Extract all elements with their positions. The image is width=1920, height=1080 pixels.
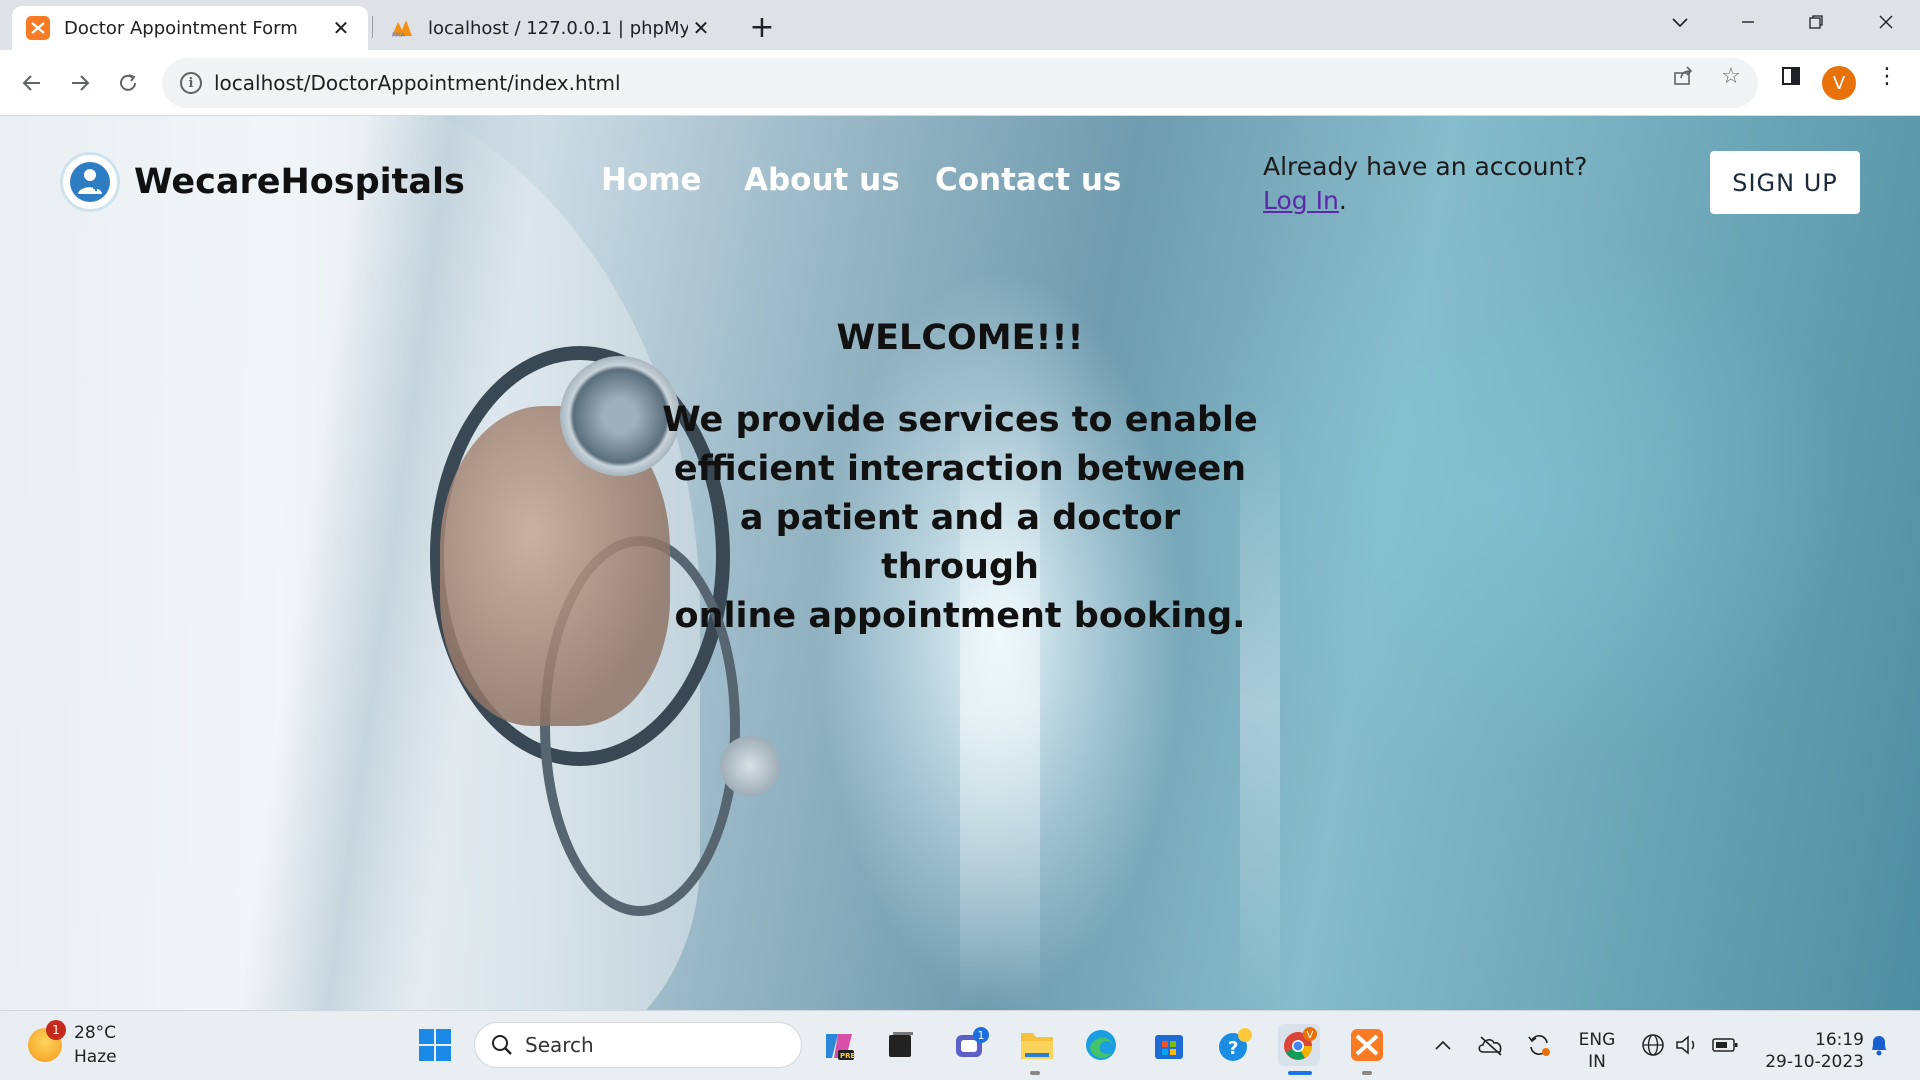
brand-name: WecareHospitals — [134, 162, 465, 202]
account-prompt: Already have an account? Log In. — [1263, 150, 1587, 218]
search-label: Search — [525, 1033, 594, 1057]
chrome-icon[interactable]: V — [1278, 1024, 1320, 1066]
onedrive-offline-icon[interactable] — [1470, 1024, 1512, 1066]
tagline-line: efficient interaction between — [673, 449, 1247, 489]
tagline-line: online appointment booking. — [674, 596, 1246, 636]
nav-home[interactable]: Home — [601, 162, 702, 198]
minimize-icon[interactable] — [1718, 0, 1778, 44]
tagline: We provide services to enable efficient … — [660, 396, 1260, 641]
back-arrow-icon[interactable] — [14, 65, 50, 101]
login-suffix: . — [1338, 186, 1347, 215]
nav-about-us[interactable]: About us — [744, 162, 900, 198]
tab-divider — [372, 16, 373, 38]
welcome-heading: WELCOME!!! — [836, 318, 1084, 358]
file-explorer-icon[interactable] — [1016, 1024, 1058, 1066]
url-text: localhost/DoctorAppointment/index.html — [214, 71, 621, 95]
weather-desc: Haze — [74, 1047, 117, 1067]
svg-text:PRE: PRE — [840, 1052, 856, 1060]
volume-icon[interactable] — [1666, 1024, 1708, 1066]
edge-icon[interactable] — [1080, 1024, 1122, 1066]
site-info-icon[interactable]: i — [180, 72, 202, 94]
nav-contact-us[interactable]: Contact us — [935, 162, 1121, 198]
side-panel-icon[interactable] — [1778, 63, 1804, 89]
tab-doctor-appointment[interactable]: Doctor Appointment Form ✕ — [12, 6, 368, 50]
svg-text:PMA: PMA — [392, 32, 406, 38]
phpmyadmin-icon: PMA — [390, 16, 414, 40]
new-tab-icon[interactable]: + — [744, 9, 780, 45]
sign-up-button[interactable]: SIGN UP — [1710, 151, 1860, 214]
language-indicator[interactable]: ENG IN — [1572, 1029, 1622, 1073]
share-icon[interactable] — [1670, 63, 1696, 89]
tab-search-chevron-icon[interactable] — [1650, 0, 1710, 44]
more-menu-icon[interactable]: ⋮ — [1874, 63, 1900, 89]
brand[interactable]: WecareHospitals — [60, 152, 465, 212]
running-indicator — [1030, 1071, 1040, 1075]
running-indicator — [1362, 1071, 1372, 1075]
weather-badge: 1 — [46, 1020, 66, 1040]
weather-sun-icon: 1 — [28, 1020, 66, 1062]
hospital-logo-icon — [60, 152, 120, 212]
clock[interactable]: 16:19 29-10-2023 — [1754, 1029, 1864, 1073]
help-icon[interactable]: ? — [1214, 1024, 1256, 1066]
close-tab-icon[interactable]: ✕ — [328, 15, 354, 41]
chrome-badge: V — [1307, 1030, 1314, 1041]
restore-icon[interactable] — [1786, 0, 1846, 44]
svg-text:?: ? — [1228, 1038, 1238, 1059]
taskbar-search[interactable]: Search — [474, 1022, 802, 1068]
tagline-line: a patient and a doctor through — [739, 498, 1181, 587]
hero-section: WecareHospitals Home About us Contact us… — [0, 116, 1920, 1010]
tab-phpmyadmin[interactable]: PMA localhost / 127.0.0.1 | phpMyAdmin ✕ — [376, 6, 728, 50]
profile-avatar[interactable]: V — [1822, 66, 1856, 100]
close-tab-icon[interactable]: ✕ — [688, 15, 714, 41]
tray-chevron-up-icon[interactable] — [1422, 1024, 1464, 1066]
weather-temp: 28°C — [74, 1023, 117, 1043]
forward-arrow-icon[interactable] — [62, 65, 98, 101]
account-prompt-text: Already have an account? — [1263, 152, 1588, 181]
browser-toolbar: i localhost/DoctorAppointment/index.html… — [0, 50, 1920, 116]
clock-time: 16:19 — [1815, 1030, 1864, 1050]
microsoft-store-icon[interactable] — [1148, 1024, 1190, 1066]
task-view-icon[interactable] — [880, 1024, 922, 1066]
windows-start-icon[interactable] — [414, 1024, 456, 1066]
tab-title: localhost / 127.0.0.1 | phpMyAdmin — [428, 17, 688, 39]
stethoscope-bell-image — [720, 736, 780, 796]
active-app-indicator — [1288, 1071, 1312, 1075]
tagline-line: We provide services to enable — [662, 400, 1258, 440]
xampp-taskbar-icon[interactable] — [1346, 1024, 1388, 1066]
sync-icon[interactable] — [1518, 1024, 1560, 1066]
address-bar[interactable]: i localhost/DoctorAppointment/index.html — [162, 58, 1758, 108]
clock-date: 29-10-2023 — [1765, 1052, 1864, 1072]
region-label: IN — [1588, 1052, 1606, 1072]
notification-bell-icon[interactable] — [1858, 1024, 1900, 1066]
taskbar: 1 28°C Haze Search PRE 1 ? V ENG IN 16:1… — [0, 1010, 1920, 1080]
teams-badge: 1 — [978, 1029, 985, 1042]
battery-icon[interactable] — [1704, 1024, 1746, 1066]
weather-widget[interactable]: 1 28°C Haze — [28, 1020, 117, 1069]
browser-tab-strip: Doctor Appointment Form ✕ PMA localhost … — [0, 0, 1920, 50]
search-icon — [492, 1035, 512, 1055]
tab-title: Doctor Appointment Form — [64, 17, 298, 39]
language-label: ENG — [1578, 1030, 1616, 1050]
xampp-icon — [26, 16, 50, 40]
login-link[interactable]: Log In — [1263, 186, 1339, 215]
close-window-icon[interactable] — [1856, 0, 1916, 44]
reload-icon[interactable] — [110, 65, 146, 101]
teams-chat-icon[interactable]: 1 — [950, 1024, 992, 1066]
copilot-icon[interactable]: PRE — [818, 1024, 860, 1066]
bookmark-star-icon[interactable]: ☆ — [1718, 63, 1744, 89]
